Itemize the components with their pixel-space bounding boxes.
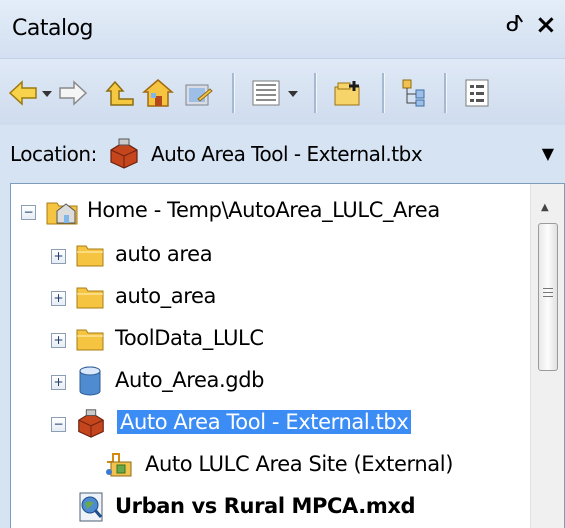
tree-item-label: auto area <box>115 242 213 266</box>
location-bar: Location: Auto Area Tool - External.tbx … <box>0 124 565 182</box>
location-value: Auto Area Tool - External.tbx <box>151 142 423 166</box>
folder-icon <box>76 287 104 309</box>
tree-item-model-tool[interactable]: Auto LULC Area Site (External) <box>11 444 516 488</box>
connect-to-folder-icon[interactable] <box>182 77 214 109</box>
tree-item-label: Auto LULC Area Site (External) <box>145 452 454 476</box>
catalog-tree: − Home - Temp\AutoArea_LULC_Area + auto … <box>10 183 565 528</box>
close-icon[interactable]: × <box>535 10 557 40</box>
up-one-level-icon[interactable] <box>105 77 135 109</box>
catalog-toolbar <box>0 58 565 125</box>
geodatabase-icon <box>79 366 101 396</box>
view-options-icon[interactable] <box>250 77 282 109</box>
tree-item-toolbox[interactable]: − Auto Area Tool - External.tbx <box>11 402 516 446</box>
catalog-options-icon[interactable] <box>462 77 492 109</box>
collapse-icon[interactable]: − <box>21 205 36 220</box>
panel-title: Catalog <box>12 16 94 41</box>
folder-icon <box>76 245 104 267</box>
tree-item-label: auto_area <box>115 284 216 308</box>
expand-icon[interactable]: + <box>51 291 66 306</box>
scroll-up-arrow-icon[interactable]: ▲ <box>541 202 549 213</box>
home-icon[interactable] <box>142 77 174 109</box>
tree-item-label: Home - Temp\AutoArea_LULC_Area <box>87 198 440 222</box>
map-document-icon <box>79 492 103 522</box>
tree-item-geodatabase[interactable]: + Auto_Area.gdb <box>11 360 516 404</box>
scroll-grip-icon <box>543 288 553 289</box>
folder-icon <box>76 329 104 351</box>
tree-item-folder-auto_area[interactable]: + auto_area <box>11 276 516 320</box>
tree-item-folder-tooldata[interactable]: + ToolData_LULC <box>11 318 516 362</box>
tree-item-label: Auto Area Tool - External.tbx <box>117 410 412 434</box>
tree-item-home-folder[interactable]: − Home - Temp\AutoArea_LULC_Area <box>11 190 516 234</box>
home-folder-icon <box>46 202 78 225</box>
view-options-dropdown-icon[interactable] <box>286 77 300 109</box>
back-history-dropdown-icon[interactable] <box>40 77 54 109</box>
expand-icon[interactable]: + <box>51 249 66 264</box>
vertical-scrollbar[interactable]: ▲ <box>530 184 564 528</box>
forward-arrow-icon[interactable] <box>58 77 88 109</box>
tree-item-folder-auto-area[interactable]: + auto area <box>11 234 516 278</box>
pin-icon[interactable]: ᕷ <box>506 12 524 37</box>
tree-item-label: Urban vs Rural MPCA.mxd <box>115 494 416 518</box>
location-combobox[interactable]: Auto Area Tool - External.tbx ▼ <box>95 132 560 174</box>
tree-item-map-document[interactable]: Urban vs Rural MPCA.mxd <box>11 486 516 528</box>
scrollbar-thumb[interactable] <box>538 223 558 371</box>
model-tool-icon <box>106 453 132 477</box>
tree-item-label: Auto_Area.gdb <box>115 368 265 392</box>
expand-icon[interactable]: + <box>51 375 66 390</box>
tree-item-label: ToolData_LULC <box>115 326 264 350</box>
new-item-icon[interactable] <box>332 77 364 109</box>
chevron-down-icon[interactable]: ▼ <box>542 144 554 163</box>
collapse-icon[interactable]: − <box>51 417 66 432</box>
location-label: Location: <box>10 142 97 166</box>
toggle-contents-panel-icon[interactable] <box>400 77 432 109</box>
toolbox-icon <box>78 409 104 438</box>
expand-icon[interactable]: + <box>51 333 66 348</box>
back-arrow-icon[interactable] <box>8 77 38 109</box>
toolbox-icon <box>110 138 138 169</box>
panel-titlebar: Catalog ᕷ × <box>0 0 565 58</box>
